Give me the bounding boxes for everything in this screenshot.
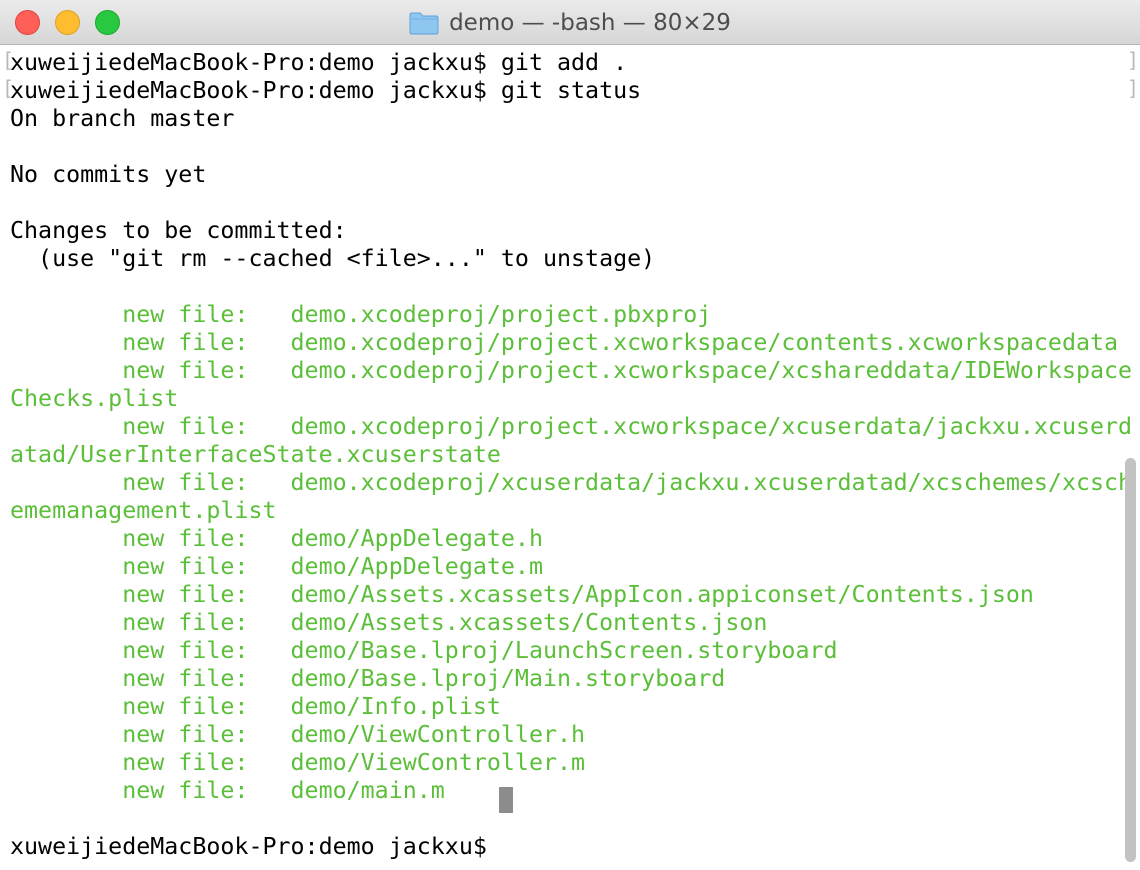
terminal-line: new file: demo/Info.plist (10, 693, 501, 720)
terminal-line: new file: demo.xcodeproj/project.xcworks… (10, 357, 1133, 384)
mark-bracket-left: [ (2, 48, 15, 72)
terminal-line: ememanagement.plist (10, 497, 277, 524)
terminal-line: new file: demo.xcodeproj/project.pbxproj (10, 301, 712, 328)
text-cursor (499, 787, 513, 813)
window-title-group: demo — -bash — 80×29 (0, 0, 1140, 45)
terminal-line: (use "git rm --cached <file>..." to unst… (10, 245, 656, 272)
terminal-line: new file: demo/ViewController.m (10, 749, 586, 776)
terminal-line: new file: demo/Assets.xcassets/AppIcon.a… (10, 581, 1034, 608)
terminal-line: new file: demo/AppDelegate.h (10, 525, 543, 552)
terminal-line: Checks.plist (10, 385, 179, 412)
terminal-line: new file: demo.xcodeproj/project.xcworks… (10, 413, 1133, 440)
terminal-line: new file: demo/AppDelegate.m (10, 553, 543, 580)
terminal-line: On branch master (10, 105, 235, 132)
title-bar: demo — -bash — 80×29 (0, 0, 1140, 45)
terminal-line: new file: demo/Base.lproj/LaunchScreen.s… (10, 637, 838, 664)
terminal-output[interactable]: xuweijiedeMacBook-Pro:demo jackxu$ git a… (0, 46, 1140, 870)
terminal-line: new file: demo/Base.lproj/Main.storyboar… (10, 665, 726, 692)
terminal-line: new file: demo/ViewController.h (10, 721, 586, 748)
terminal-line: xuweijiedeMacBook-Pro:demo jackxu$ git s… (10, 77, 642, 104)
terminal-line: new file: demo.xcodeproj/project.xcworks… (10, 329, 1119, 356)
mark-bracket-left: [ (2, 76, 15, 100)
terminal-line: new file: demo/Assets.xcassets/Contents.… (10, 609, 768, 636)
window-title: demo — -bash — 80×29 (449, 9, 731, 36)
terminal-line: new file: demo.xcodeproj/xcuserdata/jack… (10, 469, 1133, 496)
scrollbar-thumb[interactable] (1125, 458, 1136, 862)
terminal-line: new file: demo/main.m (10, 777, 445, 804)
folder-icon (409, 12, 439, 34)
mark-bracket-right: ] (1127, 48, 1140, 72)
terminal-line: Changes to be committed: (10, 217, 347, 244)
terminal-line: xuweijiedeMacBook-Pro:demo jackxu$ (10, 833, 501, 860)
mark-bracket-right: ] (1127, 76, 1140, 100)
terminal-line: xuweijiedeMacBook-Pro:demo jackxu$ git a… (10, 49, 628, 76)
terminal-line: No commits yet (10, 161, 207, 188)
terminal-line: atad/UserInterfaceState.xcuserstate (10, 441, 501, 468)
